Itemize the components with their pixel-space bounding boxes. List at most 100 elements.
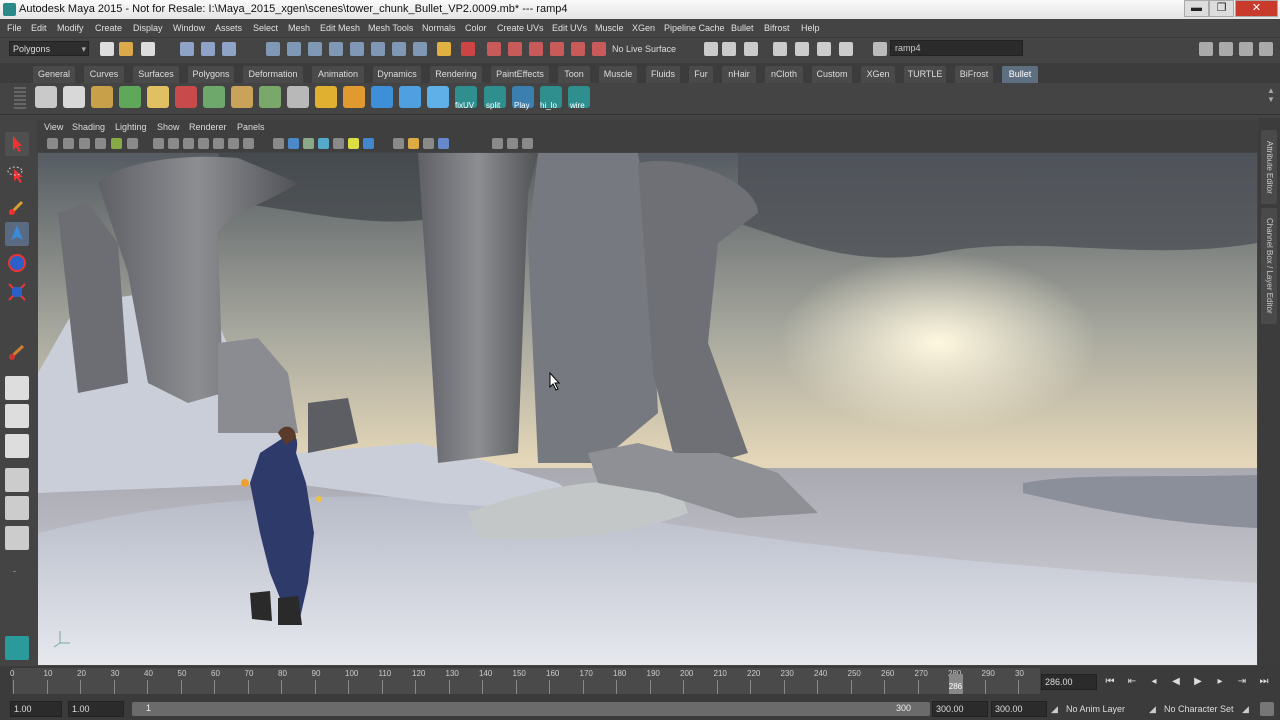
current-frame-field[interactable]: 286.00 [1041, 674, 1097, 690]
step-forward-key-icon[interactable]: ⇥ [1235, 676, 1249, 688]
playback-end-field[interactable]: 300.00 [932, 701, 988, 717]
persp-outliner-layout-icon[interactable] [5, 434, 29, 458]
shadows-icon[interactable] [348, 138, 359, 149]
tab-painteffects[interactable]: PaintEffects [491, 66, 549, 83]
safe-action-icon[interactable] [228, 138, 239, 149]
panel-menu-shading[interactable]: Shading [72, 122, 105, 132]
tab-ncloth[interactable]: nCloth [765, 66, 803, 83]
bookmarks-icon[interactable] [79, 138, 90, 149]
select-rendering-icon[interactable] [392, 42, 406, 56]
skip-to-start-icon[interactable]: ⏮ [1103, 676, 1117, 688]
tool-settings-toggle-icon[interactable] [1239, 42, 1253, 56]
construction-history-icon[interactable] [744, 42, 758, 56]
menu-select[interactable]: Select [253, 19, 278, 37]
make-live-icon[interactable] [571, 42, 585, 56]
wireframe-on-shaded-icon[interactable] [303, 138, 314, 149]
menu-xgen[interactable]: XGen [632, 19, 655, 37]
modeling-toolkit-icon[interactable] [1199, 42, 1213, 56]
bullet-ragdoll-icon[interactable] [147, 86, 169, 108]
use-all-lights-icon[interactable] [333, 138, 344, 149]
attribute-editor-toggle-icon[interactable] [1219, 42, 1233, 56]
step-back-icon[interactable]: ◂ [1147, 676, 1161, 688]
select-misc-icon[interactable] [413, 42, 427, 56]
end-time-field[interactable]: 300.00 [991, 701, 1047, 717]
select-surfaces-icon[interactable] [329, 42, 343, 56]
grid-icon[interactable] [153, 138, 164, 149]
snap-to-curves-icon[interactable] [508, 42, 522, 56]
tab-xgen[interactable]: XGen [861, 66, 895, 83]
snap-to-grids-icon[interactable] [487, 42, 501, 56]
quick-selection-field[interactable]: ramp4 [890, 40, 1023, 56]
character-set-icon[interactable]: ◢ [1149, 704, 1156, 715]
select-object-icon[interactable] [201, 42, 215, 56]
field-chart-icon[interactable] [213, 138, 224, 149]
2d-pan-zoom-icon[interactable] [127, 138, 138, 149]
menu-assets[interactable]: Assets [215, 19, 242, 37]
tab-bullet[interactable]: Bullet [1002, 66, 1038, 83]
tab-polygons[interactable]: Polygons [188, 66, 234, 83]
maximize-button[interactable]: ❐ [1209, 0, 1234, 17]
menu-create-uvs[interactable]: Create UVs [497, 19, 544, 37]
tab-animation[interactable]: Animation [312, 66, 364, 83]
bullet-rigid-set-icon[interactable] [63, 86, 85, 108]
bullet-shatter-icon[interactable] [371, 86, 393, 108]
panel-menu-panels[interactable]: Panels [237, 122, 265, 132]
select-dynamics-icon[interactable] [371, 42, 385, 56]
select-tool-icon[interactable] [5, 132, 29, 156]
wireframe-icon[interactable] [273, 138, 284, 149]
depth-of-field-icon[interactable] [423, 138, 434, 149]
render-settings-icon[interactable] [839, 42, 853, 56]
live-surface-icon[interactable] [592, 42, 606, 56]
lock-selection-icon[interactable] [437, 42, 451, 56]
select-handles-icon[interactable] [266, 42, 280, 56]
select-curves-icon[interactable] [308, 42, 322, 56]
motion-blur-icon[interactable] [393, 138, 404, 149]
paint-select-tool-icon[interactable] [5, 195, 29, 219]
menu-edit-uvs[interactable]: Edit UVs [552, 19, 587, 37]
menu-muscle[interactable]: Muscle [595, 19, 624, 37]
menu-color[interactable]: Color [465, 19, 487, 37]
tab-nhair[interactable]: nHair [722, 66, 756, 83]
preferences-icon[interactable] [1260, 702, 1274, 716]
smooth-shade-icon[interactable] [288, 138, 299, 149]
menu-bifrost[interactable]: Bifrost [764, 19, 790, 37]
tab-rendering[interactable]: Rendering [430, 66, 482, 83]
tab-deformation[interactable]: Deformation [243, 66, 303, 83]
bullet-hinge-icon[interactable] [203, 86, 225, 108]
menu-file[interactable]: File [7, 19, 22, 37]
input-ops-icon[interactable] [704, 42, 718, 56]
tab-bifrost[interactable]: BiFrost [955, 66, 993, 83]
menu-bullet[interactable]: Bullet [731, 19, 754, 37]
tab-general[interactable]: General [33, 66, 75, 83]
perspective-viewport[interactable] [38, 153, 1257, 665]
textured-icon[interactable] [318, 138, 329, 149]
input-field-mode-icon[interactable] [873, 42, 887, 56]
bullet-spring-icon[interactable] [259, 86, 281, 108]
tab-curves[interactable]: Curves [84, 66, 124, 83]
close-button[interactable]: ✕ [1235, 0, 1278, 17]
time-slider[interactable]: 0 10 20 30 40 50 60 70 80 90 100 110 120 130 140 150 160… [0, 666, 1280, 698]
menu-display[interactable]: Display [133, 19, 163, 37]
select-camera-icon[interactable] [47, 138, 58, 149]
menu-edit[interactable]: Edit [31, 19, 47, 37]
tab-muscle[interactable]: Muscle [599, 66, 637, 83]
xray-components-icon[interactable] [522, 138, 533, 149]
time-ruler[interactable]: 0 10 20 30 40 50 60 70 80 90 100 110 120 130 140 150 160… [10, 668, 1040, 694]
panel-menu-view[interactable]: View [44, 122, 63, 132]
grease-pencil-icon[interactable] [111, 138, 122, 149]
four-view-layout-icon[interactable] [5, 404, 29, 428]
menu-window[interactable]: Window [173, 19, 205, 37]
tab-custom[interactable]: Custom [812, 66, 852, 83]
anim-layer-label[interactable]: No Anim Layer [1066, 704, 1125, 714]
render-view-icon[interactable] [773, 42, 787, 56]
character-set-label[interactable]: No Character Set [1164, 704, 1234, 714]
safe-title-icon[interactable] [243, 138, 254, 149]
new-scene-icon[interactable] [100, 42, 114, 56]
menu-edit-mesh[interactable]: Edit Mesh [320, 19, 360, 37]
render-current-frame-icon[interactable] [795, 42, 809, 56]
anim-layer-icon[interactable]: ◢ [1051, 704, 1058, 715]
single-perspective-layout-icon[interactable] [5, 376, 29, 400]
open-scene-icon[interactable] [119, 42, 133, 56]
image-plane-icon[interactable] [95, 138, 106, 149]
select-component-icon[interactable] [222, 42, 236, 56]
